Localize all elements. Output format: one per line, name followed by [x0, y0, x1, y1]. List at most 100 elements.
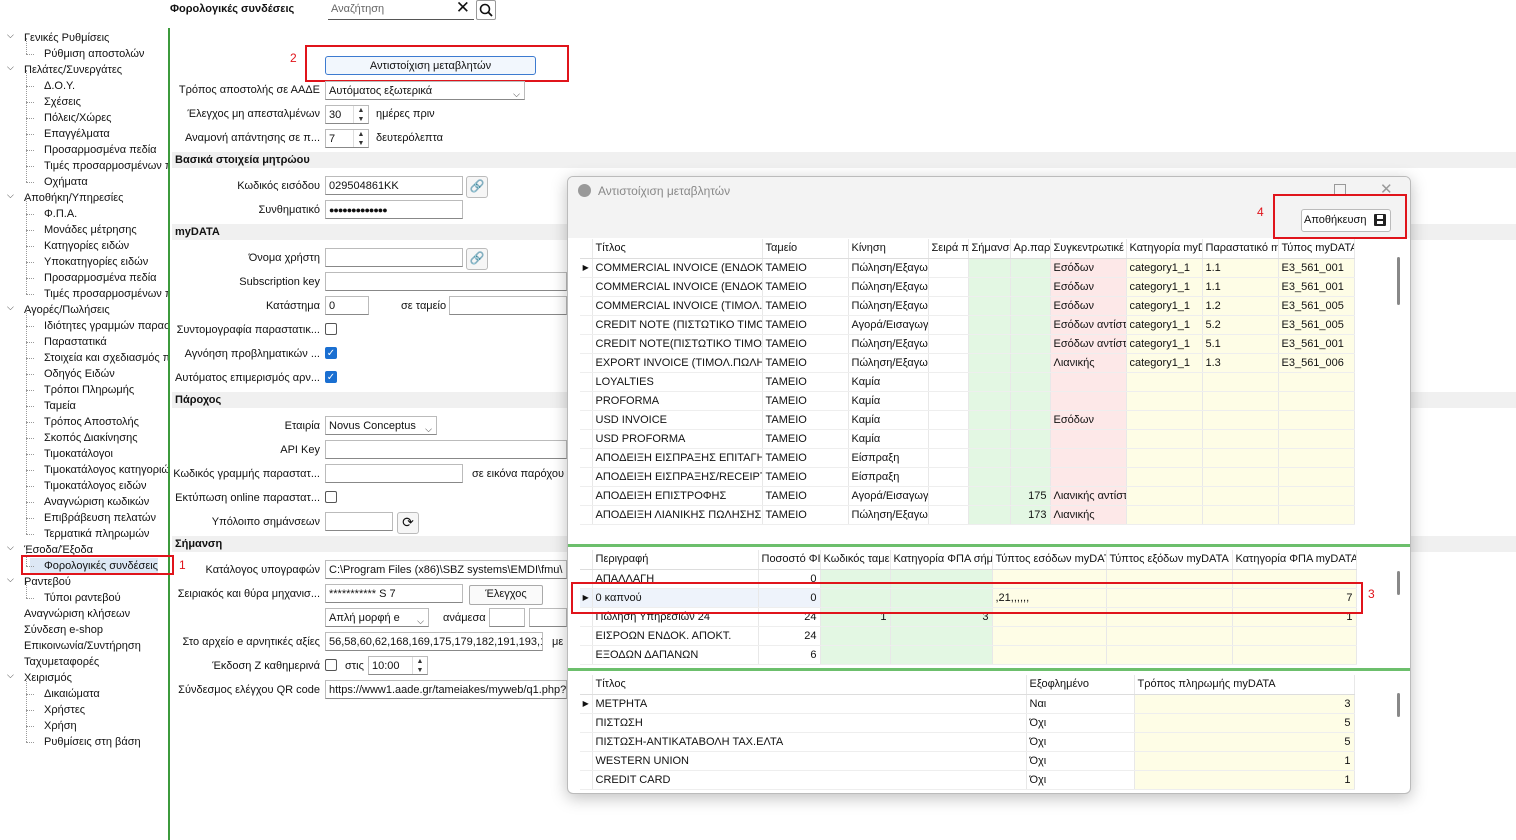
sidebar-item[interactable]: Ρυθμίσεις στη βάση [26, 726, 141, 750]
table-cell[interactable]: USD PROFORMA [592, 429, 763, 449]
table-cell[interactable]: ΑΠΟΔΕΙΞΗ ΕΙΣΠΡΑΞΗΣ/RECEIPT [592, 467, 763, 487]
column-header[interactable]: Τρόπος πληρωμής myDATA [1134, 675, 1355, 695]
table-cell[interactable]: ΠΙΣΤΩΣΗ [592, 713, 1027, 733]
table-cell[interactable] [928, 296, 969, 316]
table-cell[interactable] [1202, 372, 1279, 392]
z-time-input[interactable]: 10:00 ▲ ▼ [368, 656, 428, 675]
table-cell[interactable]: 24 [758, 626, 821, 646]
table-cell[interactable]: ΑΠΟΔΕΙΞΗ ΕΙΣΠΡΑΞΗΣ ΕΠΙΤΑΓΗ [592, 448, 763, 468]
chevron-down-icon[interactable]: ⌵ [7, 187, 14, 203]
grid1-scrollbar[interactable] [1397, 257, 1400, 305]
table-row[interactable]: CREDIT NOTE(ΠΙΣΤΩΤΙΚΟ ΤΙΜΟΛΟΙ ΤΑΜΕΙΟ Πώλησ… [580, 334, 1355, 354]
table-cell[interactable] [1278, 505, 1355, 525]
sidebar-item[interactable]: Αναγνώριση κλήσεων [10, 606, 130, 622]
table-cell[interactable] [1202, 448, 1279, 468]
table-cell[interactable]: Αγορά/Εισαγωγ [848, 315, 929, 335]
table-cell[interactable]: 6 [758, 645, 821, 665]
table-cell[interactable]: E3_561_006 [1278, 353, 1355, 373]
table-cell[interactable] [1010, 429, 1051, 449]
table-cell[interactable]: Πώληση/Εξαγωγ [848, 258, 929, 278]
sidebar-item[interactable]: Οχήματα [26, 166, 88, 190]
auto-split-checkbox[interactable]: ✓ [325, 371, 337, 383]
online-print-checkbox[interactable] [325, 491, 337, 503]
table-cell[interactable] [1010, 372, 1051, 392]
check-unsent-input[interactable]: 30 ▲ ▼ [325, 105, 369, 124]
table-cell[interactable] [1278, 486, 1355, 506]
table-cell[interactable] [1010, 277, 1051, 297]
table-row[interactable]: CREDIT NOTE (ΠΙΣΤΩΤΙΚΟ ΤΙΜΟΛΟ ΤΑΜΕΙΟ Αγορά… [580, 315, 1355, 335]
table-cell[interactable]: EXPORT INVOICE (ΤΙΜΟΛ.ΠΩΛΗΣΗ [592, 353, 763, 373]
table-cell[interactable]: Εσόδων αντίστ [1050, 334, 1127, 354]
table-row[interactable]: COMMERCIAL INVOICE (ΕΝΔΟΚΟΙΝΤΑΜΕΙΟΠώληση… [580, 277, 1355, 297]
check-button[interactable]: Έλεγχος [469, 585, 543, 605]
column-header[interactable]: Τύπος myDATA [1278, 239, 1355, 259]
chevron-down-icon[interactable]: ⌵ [7, 539, 14, 555]
table-cell[interactable] [1010, 391, 1051, 411]
table-cell[interactable]: 5 [1134, 732, 1355, 752]
table-cell[interactable] [1010, 467, 1051, 487]
table-cell[interactable]: ΤΑΜΕΙΟ [762, 353, 849, 373]
table-cell[interactable] [1278, 410, 1355, 430]
table-cell[interactable]: E3_561_001 [1278, 334, 1355, 354]
sidebar-item[interactable]: Υποκατηγορίες ειδών [26, 246, 148, 270]
table-cell[interactable]: ΤΑΜΕΙΟ [762, 429, 849, 449]
column-header[interactable]: Κίνηση [848, 239, 929, 259]
username-input[interactable] [325, 248, 463, 267]
table-cell[interactable] [928, 277, 969, 297]
table-cell[interactable] [1050, 429, 1127, 449]
sidebar-item[interactable]: Προσαρμοσμένα πεδία [26, 262, 157, 286]
sidebar-item[interactable]: Τρόποι Πληρωμής [26, 374, 134, 398]
table-row[interactable]: USD INVOICE ΤΑΜΕΙΟ Καμία Εσόδων [580, 410, 1355, 430]
table-cell[interactable]: COMMERCIAL INVOICE (ΤΙΜΟΛ.ΠΩ [592, 296, 763, 316]
chevron-down-icon[interactable]: ⌵ [7, 299, 14, 315]
save-button[interactable]: Αποθήκευση [1301, 209, 1391, 232]
sidebar-item[interactable]: Κατηγορίες ειδών [26, 230, 129, 254]
table-cell[interactable]: 1.3 [1202, 353, 1279, 373]
table-cell[interactable] [1232, 645, 1357, 665]
table-cell[interactable]: Εσόδων [1050, 277, 1127, 297]
table-cell[interactable]: E3_561_001 [1278, 258, 1355, 278]
map-variables-button[interactable]: Αντιστοίχιση μεταβλητών [325, 56, 536, 75]
table-cell[interactable] [1126, 391, 1203, 411]
table-cell[interactable]: category1_1 [1126, 277, 1203, 297]
sidebar-item[interactable]: Επικοινωνία/Συντήρηση [10, 638, 141, 654]
table-cell[interactable]: ΤΑΜΕΙΟ [762, 391, 849, 411]
sidebar-item[interactable]: Αναγνώριση κωδικών [26, 486, 149, 510]
table-cell[interactable] [1278, 372, 1355, 392]
serial-input[interactable]: *********** S 7 [325, 584, 463, 603]
table-cell[interactable] [928, 315, 969, 335]
abbrev-checkbox[interactable] [325, 323, 337, 335]
table-cell[interactable] [968, 448, 1011, 468]
table-cell[interactable]: category1_1 [1126, 296, 1203, 316]
table-cell[interactable] [1232, 626, 1357, 646]
sidebar-item[interactable]: ⌵ Ραντεβού [7, 574, 71, 590]
wait-input[interactable]: 7 ▲ ▼ [325, 129, 369, 148]
sig-dir-input[interactable]: C:\Program Files (x86)\SBZ systems\EMDI\… [325, 560, 567, 579]
link-icon[interactable]: 🔗 [466, 248, 488, 270]
table-cell[interactable] [928, 372, 969, 392]
neg-values-input[interactable]: 56,58,60,62,168,169,175,179,182,191,193,… [325, 632, 543, 651]
column-header[interactable]: Τίτλος [592, 239, 763, 259]
table-cell[interactable] [928, 334, 969, 354]
sidebar-item[interactable]: Πόλεις/Χώρες [26, 102, 111, 126]
table-cell[interactable] [1278, 391, 1355, 411]
send-mode-select[interactable]: Αυτόματος εξωτερικά ⌵ [325, 81, 525, 100]
table-cell[interactable]: Λιανικής αντίστ [1050, 486, 1127, 506]
between-from-input[interactable] [489, 608, 525, 627]
sidebar-item[interactable]: Επιβράβευση πελατών [26, 502, 156, 526]
stepper-icon[interactable]: ▲ ▼ [412, 657, 427, 674]
sidebar-item[interactable]: Τρόπος Αποστολής [26, 406, 139, 430]
sidebar-item[interactable]: Τερματικά πληρωμών [26, 518, 149, 542]
table-row[interactable]: ΠΙΣΤΩΣΗ-ΑΝΤΙΚΑΤΑΒΟΛΗ ΤΑΧ.ΕΛΤΑ Όχι 5 [580, 732, 1355, 752]
sidebar-item[interactable]: Δικαιώματα [26, 678, 100, 702]
table-row[interactable]: ΕΞΟΔΩΝ ΔΑΠΑΝΩΝ 6 [580, 645, 1357, 665]
table-row[interactable]: ΑΠΟΔΕΙΞΗ ΕΠΙΣΤΡΟΦΗΣ ΤΑΜΕΙΟ Αγορά/Εισαγωγ 17… [580, 486, 1355, 506]
table-cell[interactable] [1010, 334, 1051, 354]
payments-grid[interactable]: Τίτλος Εξοφλημένο Τρόπος πληρωμής myDATA ▶ Μ… [580, 675, 1355, 790]
table-cell[interactable]: USD INVOICE [592, 410, 763, 430]
table-cell[interactable]: Πώληση/Εξαγωγ [848, 353, 929, 373]
table-cell[interactable]: Καμία [848, 410, 929, 430]
table-row[interactable]: USD PROFORMA ΤΑΜΕΙΟ Καμία [580, 429, 1355, 449]
table-row[interactable]: ΠΙΣΤΩΣΗ Όχι 5 [580, 713, 1355, 733]
table-cell[interactable] [1126, 505, 1203, 525]
